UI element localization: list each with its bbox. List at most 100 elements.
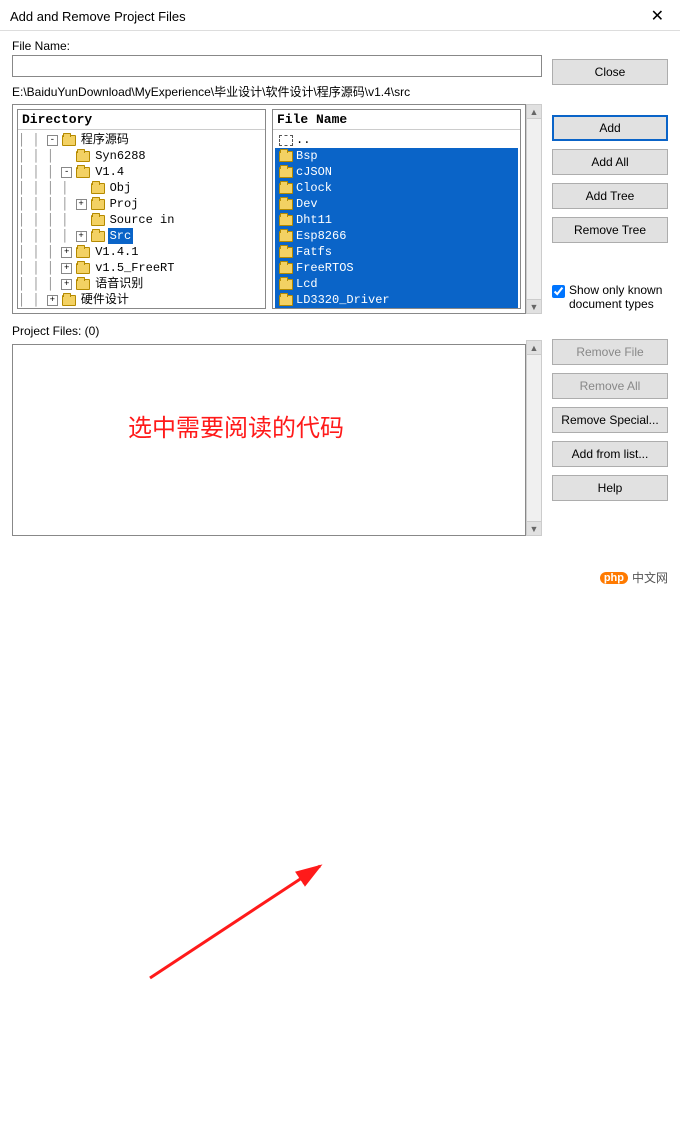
- folder-icon: [279, 279, 293, 290]
- collapse-icon[interactable]: -: [47, 135, 58, 146]
- scroll-up-icon[interactable]: ▲: [527, 105, 541, 119]
- folder-icon: [279, 231, 293, 242]
- watermark: php 中文网: [600, 569, 668, 586]
- folder-icon: [279, 151, 293, 162]
- tree-label[interactable]: v1.5_FreeRT: [93, 260, 176, 276]
- remove-special-button[interactable]: Remove Special...: [552, 407, 668, 433]
- tree-node[interactable]: │ │ │ │ Source in: [18, 212, 265, 228]
- folder-icon: [91, 215, 105, 226]
- project-files-list[interactable]: [12, 344, 526, 536]
- file-label: ..: [296, 132, 310, 148]
- tree-label[interactable]: 程序源码: [79, 132, 131, 148]
- file-pane[interactable]: File Name ..BspcJSONClockDevDht11Esp8266…: [272, 109, 521, 309]
- close-icon[interactable]: ✕: [645, 6, 670, 26]
- folder-icon: [279, 295, 293, 306]
- file-row[interactable]: Esp8266: [275, 228, 518, 244]
- file-row[interactable]: Fatfs: [275, 244, 518, 260]
- file-list[interactable]: ..BspcJSONClockDevDht11Esp8266FatfsFreeR…: [273, 130, 520, 309]
- add-button[interactable]: Add: [552, 115, 668, 141]
- tree-node[interactable]: │ │ │ -V1.4: [18, 164, 265, 180]
- folder-icon: [76, 263, 90, 274]
- watermark-text: 中文网: [632, 569, 668, 586]
- expand-icon[interactable]: +: [61, 279, 72, 290]
- project-scrollbar[interactable]: ▲ ▼: [526, 340, 542, 536]
- file-label: cJSON: [296, 164, 332, 180]
- directory-tree[interactable]: │ │ -程序源码│ │ │ Syn6288│ │ │ -V1.4│ │ │ │…: [18, 130, 265, 309]
- folder-icon: [279, 167, 293, 178]
- add-tree-button[interactable]: Add Tree: [552, 183, 668, 209]
- tree-label[interactable]: Src: [108, 228, 134, 244]
- folder-icon: [279, 263, 293, 274]
- expand-icon[interactable]: +: [61, 263, 72, 274]
- file-row[interactable]: Lcd: [275, 276, 518, 292]
- file-row[interactable]: Bsp: [275, 148, 518, 164]
- expand-icon[interactable]: +: [47, 295, 58, 306]
- remove-all-button[interactable]: Remove All: [552, 373, 668, 399]
- panes-scrollbar[interactable]: ▲ ▼: [526, 104, 542, 314]
- tree-label[interactable]: Obj: [108, 180, 134, 196]
- scroll-up-icon[interactable]: ▲: [527, 341, 541, 355]
- current-path: E:\BaiduYunDownload\MyExperience\毕业设计\软件…: [12, 83, 542, 100]
- tree-node[interactable]: │ │ │ │ +Src: [18, 228, 265, 244]
- file-row[interactable]: FreeRTOS: [275, 260, 518, 276]
- dialog-content: File Name: E:\BaiduYunDownload\MyExperie…: [0, 31, 680, 548]
- file-row[interactable]: LD3320_Driver: [275, 292, 518, 308]
- close-button[interactable]: Close: [552, 59, 668, 85]
- folder-icon: [76, 279, 90, 290]
- tree-label[interactable]: Source in: [108, 212, 177, 228]
- tree-label[interactable]: V1.4: [93, 164, 126, 180]
- parent-folder-icon: [279, 135, 293, 146]
- file-label: LD3320_Driver: [296, 292, 390, 308]
- expand-icon[interactable]: +: [61, 247, 72, 258]
- folder-icon: [62, 135, 76, 146]
- folder-icon: [76, 167, 90, 178]
- file-label: Esp8266: [296, 228, 346, 244]
- tree-label[interactable]: 语音识别: [93, 276, 145, 292]
- tree-label[interactable]: V1.4.1: [93, 244, 140, 260]
- tree-node[interactable]: │ │ │ +语音识别: [18, 276, 265, 292]
- show-known-types-checkbox[interactable]: Show only known document types: [552, 283, 668, 311]
- expand-icon[interactable]: +: [76, 231, 87, 242]
- annotation-arrow: [0, 548, 680, 1142]
- directory-header: Directory: [18, 110, 265, 130]
- expand-icon[interactable]: +: [76, 199, 87, 210]
- tree-node[interactable]: │ │ -程序源码: [18, 132, 265, 148]
- file-row[interactable]: ..: [275, 132, 518, 148]
- tree-node[interactable]: │ │ │ +V1.4.1: [18, 244, 265, 260]
- tree-node[interactable]: │ │ +硬件设计: [18, 292, 265, 308]
- tree-label[interactable]: 硬件设计: [79, 292, 131, 308]
- folder-icon: [76, 151, 90, 162]
- remove-file-button[interactable]: Remove File: [552, 339, 668, 365]
- file-label: Bsp: [296, 148, 318, 164]
- filename-input[interactable]: [12, 55, 542, 77]
- add-all-button[interactable]: Add All: [552, 149, 668, 175]
- tree-node[interactable]: │ │ │ Syn6288: [18, 148, 265, 164]
- project-files-label: Project Files: (0): [12, 324, 542, 338]
- tree-node[interactable]: │ │ │ │ +Proj: [18, 196, 265, 212]
- file-row[interactable]: cJSON: [275, 164, 518, 180]
- folder-icon: [91, 199, 105, 210]
- folder-icon: [279, 215, 293, 226]
- remove-tree-button[interactable]: Remove Tree: [552, 217, 668, 243]
- tree-label[interactable]: Syn6288: [93, 148, 147, 164]
- file-label: Lcd: [296, 276, 318, 292]
- file-row[interactable]: Dht11: [275, 212, 518, 228]
- file-row[interactable]: Dev: [275, 196, 518, 212]
- watermark-badge: php: [600, 572, 628, 584]
- checkbox-input[interactable]: [552, 285, 565, 298]
- folder-icon: [62, 295, 76, 306]
- main-column: File Name: E:\BaiduYunDownload\MyExperie…: [12, 39, 542, 536]
- collapse-icon[interactable]: -: [61, 167, 72, 178]
- scroll-down-icon[interactable]: ▼: [527, 299, 541, 313]
- tree-node[interactable]: │ │ │ +v1.5_FreeRT: [18, 260, 265, 276]
- directory-pane[interactable]: Directory │ │ -程序源码│ │ │ Syn6288│ │ │ -V…: [17, 109, 266, 309]
- add-from-list-button[interactable]: Add from list...: [552, 441, 668, 467]
- folder-icon: [279, 199, 293, 210]
- tree-node[interactable]: │ │ │ │ Obj: [18, 180, 265, 196]
- file-row[interactable]: Clock: [275, 180, 518, 196]
- tree-label[interactable]: Proj: [108, 196, 141, 212]
- checkbox-label: Show only known document types: [569, 283, 668, 311]
- scroll-down-icon[interactable]: ▼: [527, 521, 541, 535]
- titlebar: Add and Remove Project Files ✕: [0, 0, 680, 31]
- help-button[interactable]: Help: [552, 475, 668, 501]
